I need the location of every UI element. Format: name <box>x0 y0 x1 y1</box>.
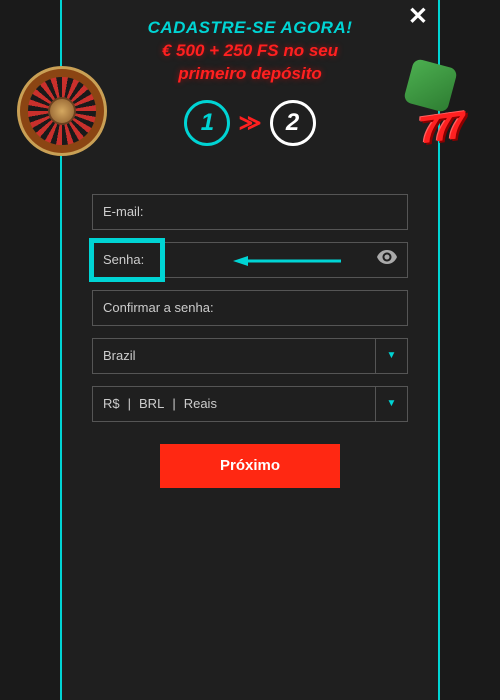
promo-title: CADASTRE-SE AGORA! <box>82 18 418 38</box>
promo-header: 777 CADASTRE-SE AGORA! € 500 + 250 FS no… <box>62 8 438 174</box>
country-value[interactable]: Brazil <box>92 338 376 374</box>
confirm-password-row[interactable]: Confirmar a senha: <box>92 290 408 326</box>
country-select[interactable]: Brazil ▼ <box>92 338 408 374</box>
step-1-badge: 1 <box>184 100 230 146</box>
password-label: Senha: <box>93 252 154 267</box>
password-row[interactable]: Senha: <box>92 242 408 278</box>
step-arrow-icon: ≫ <box>238 110 261 136</box>
currency-value[interactable]: R$ | BRL | Reais <box>92 386 376 422</box>
currency-name: Reais <box>184 396 217 411</box>
confirm-password-label: Confirmar a senha: <box>93 300 224 315</box>
next-button[interactable]: Próximo <box>160 444 340 488</box>
roulette-icon <box>17 66 107 156</box>
divider: | <box>128 396 131 411</box>
email-label: E-mail: <box>93 204 153 219</box>
step-indicator: 1 ≫ 2 <box>82 100 418 146</box>
email-row[interactable]: E-mail: <box>92 194 408 230</box>
eye-icon[interactable] <box>367 250 407 269</box>
signup-form: E-mail: Senha: Confirmar a senha: Brazil <box>62 174 438 508</box>
signup-modal: ✕ 777 CADASTRE-SE AGORA! € 500 + 250 FS … <box>60 0 440 700</box>
subtitle-line-2: primeiro depósito <box>178 64 322 83</box>
chevron-down-icon[interactable]: ▼ <box>376 386 408 422</box>
sevens-icon: 777 <box>416 105 461 153</box>
currency-symbol: R$ <box>103 396 120 411</box>
promo-subtitle: € 500 + 250 FS no seu primeiro depósito <box>82 40 418 86</box>
chevron-down-icon[interactable]: ▼ <box>376 338 408 374</box>
confirm-password-field[interactable] <box>224 291 407 325</box>
email-field[interactable] <box>153 195 407 229</box>
divider: | <box>172 396 175 411</box>
password-field[interactable] <box>154 243 367 277</box>
step-2-badge: 2 <box>270 100 316 146</box>
subtitle-line-1: € 500 + 250 FS no seu <box>162 41 338 60</box>
currency-select[interactable]: R$ | BRL | Reais ▼ <box>92 386 408 422</box>
currency-code: BRL <box>139 396 164 411</box>
